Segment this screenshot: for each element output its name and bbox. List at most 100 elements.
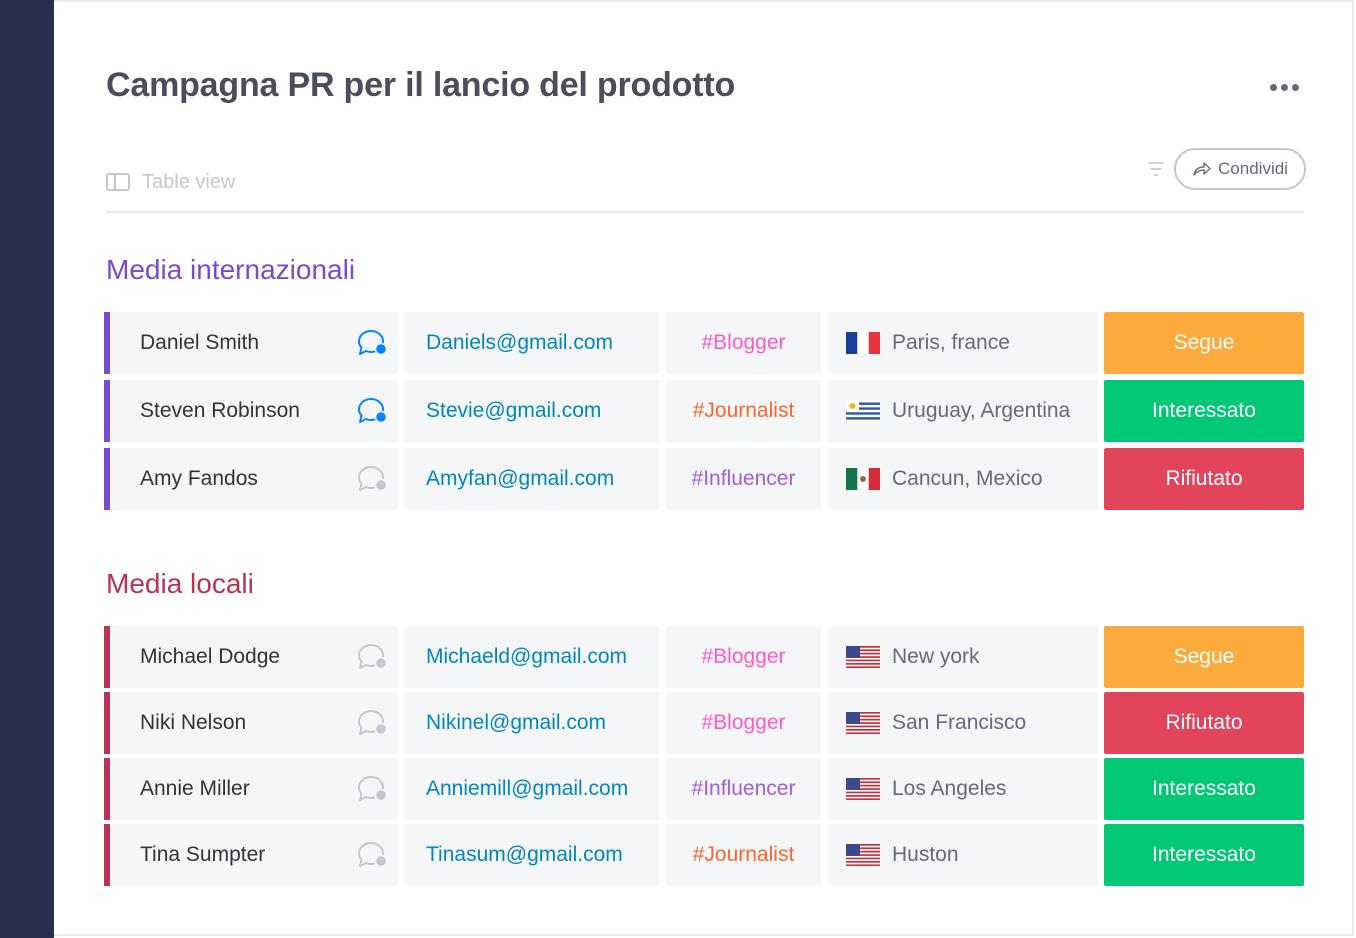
group-color-stripe <box>104 824 110 886</box>
contact-name: Tina Sumpter <box>140 843 266 866</box>
chat-bubble-icon[interactable] <box>356 708 388 738</box>
chat-bubble-icon[interactable] <box>356 396 388 426</box>
location-cell[interactable]: San Francisco <box>828 692 1098 754</box>
share-button[interactable]: Condividi <box>1174 148 1306 190</box>
chat-bubble-icon[interactable] <box>356 464 388 494</box>
chat-bubble-icon[interactable] <box>356 328 388 358</box>
us-flag-icon <box>846 712 880 734</box>
contact-name: Amy Fandos <box>140 467 258 490</box>
tag-label: #Influencer <box>691 777 796 800</box>
location-label: Cancun, Mexico <box>892 467 1043 490</box>
group-color-stripe <box>104 380 110 442</box>
status-label: Segue <box>1173 645 1235 668</box>
email-cell[interactable]: Tinasum@gmail.com <box>404 824 659 886</box>
board-title: Campagna PR per il lancio del prodotto <box>106 66 736 104</box>
email-link[interactable]: Anniemill@gmail.com <box>426 777 628 801</box>
status-cell[interactable]: Interessato <box>1104 758 1304 820</box>
name-cell[interactable]: Steven Robinson <box>104 380 398 442</box>
location-label: Paris, france <box>892 331 1010 354</box>
dot-icon <box>1292 84 1299 91</box>
status-cell[interactable]: Segue <box>1104 312 1304 374</box>
header-divider <box>106 211 1304 213</box>
email-cell[interactable]: Stevie@gmail.com <box>404 380 659 442</box>
location-cell[interactable]: Cancun, Mexico <box>828 448 1098 510</box>
email-link[interactable]: Amyfan@gmail.com <box>426 467 614 491</box>
filter-icon[interactable] <box>1146 160 1166 178</box>
location-label: Los Angeles <box>892 777 1007 800</box>
uy-flag-icon <box>846 400 880 422</box>
share-label: Condividi <box>1218 159 1288 178</box>
table-view-icon <box>106 173 130 191</box>
contact-name: Daniel Smith <box>140 331 260 354</box>
chat-bubble-icon[interactable] <box>356 642 388 672</box>
email-link[interactable]: Nikinel@gmail.com <box>426 711 606 735</box>
tag-cell[interactable]: #Influencer <box>666 758 821 820</box>
status-cell[interactable]: Rifiutato <box>1104 692 1304 754</box>
mx-flag-icon <box>846 468 880 490</box>
dot-icon <box>1270 84 1277 91</box>
contact-name: Niki Nelson <box>140 711 247 734</box>
email-link[interactable]: Michaeld@gmail.com <box>426 645 627 669</box>
name-cell[interactable]: Niki Nelson <box>104 692 398 754</box>
tag-cell[interactable]: #Blogger <box>666 312 821 374</box>
left-sidebar <box>0 0 54 938</box>
tag-label: #Blogger <box>701 331 786 354</box>
table-view-label: Table view <box>142 170 236 193</box>
status-cell[interactable]: Rifiutato <box>1104 448 1304 510</box>
email-link[interactable]: Daniels@gmail.com <box>426 331 613 355</box>
name-cell[interactable]: Annie Miller <box>104 758 398 820</box>
location-label: San Francisco <box>892 711 1027 734</box>
us-flag-icon <box>846 844 880 866</box>
location-cell[interactable]: Huston <box>828 824 1098 886</box>
location-cell[interactable]: Uruguay, Argentina <box>828 380 1098 442</box>
tag-cell[interactable]: #Influencer <box>666 448 821 510</box>
tag-label: #Influencer <box>691 467 796 490</box>
status-label: Interessato <box>1152 399 1256 422</box>
tag-label: #Blogger <box>701 711 786 734</box>
status-label: Segue <box>1173 331 1235 354</box>
contact-name: Annie Miller <box>140 777 250 800</box>
name-cell[interactable]: Amy Fandos <box>104 448 398 510</box>
name-cell[interactable]: Tina Sumpter <box>104 824 398 886</box>
name-cell[interactable]: Michael Dodge <box>104 626 398 688</box>
tag-cell[interactable]: #Blogger <box>666 692 821 754</box>
email-cell[interactable]: Michaeld@gmail.com <box>404 626 659 688</box>
status-label: Rifiutato <box>1165 467 1243 490</box>
email-cell[interactable]: Amyfan@gmail.com <box>404 448 659 510</box>
dot-icon <box>1281 84 1288 91</box>
share-icon <box>1193 162 1211 176</box>
more-options-button[interactable] <box>1270 84 1306 96</box>
location-cell[interactable]: Los Angeles <box>828 758 1098 820</box>
group-color-stripe <box>104 626 110 688</box>
status-cell[interactable]: Interessato <box>1104 380 1304 442</box>
chat-bubble-icon[interactable] <box>356 774 388 804</box>
location-cell[interactable]: New york <box>828 626 1098 688</box>
group-title[interactable]: Media locali <box>106 568 254 600</box>
status-cell[interactable]: Segue <box>1104 626 1304 688</box>
tag-cell[interactable]: #Journalist <box>666 824 821 886</box>
tag-cell[interactable]: #Journalist <box>666 380 821 442</box>
group-color-stripe <box>104 448 110 510</box>
name-cell[interactable]: Daniel Smith <box>104 312 398 374</box>
email-link[interactable]: Tinasum@gmail.com <box>426 843 623 867</box>
group-title[interactable]: Media internazionali <box>106 254 355 286</box>
location-cell[interactable]: Paris, france <box>828 312 1098 374</box>
email-link[interactable]: Stevie@gmail.com <box>426 399 601 423</box>
status-label: Rifiutato <box>1165 711 1243 734</box>
chat-bubble-icon[interactable] <box>356 840 388 870</box>
tag-label: #Blogger <box>701 645 786 668</box>
location-label: New york <box>892 645 980 668</box>
us-flag-icon <box>846 778 880 800</box>
status-label: Interessato <box>1152 777 1256 800</box>
table-view-tab[interactable]: Table view <box>106 170 235 194</box>
email-cell[interactable]: Anniemill@gmail.com <box>404 758 659 820</box>
status-cell[interactable]: Interessato <box>1104 824 1304 886</box>
tag-cell[interactable]: #Blogger <box>666 626 821 688</box>
email-cell[interactable]: Nikinel@gmail.com <box>404 692 659 754</box>
location-label: Huston <box>892 843 959 866</box>
status-label: Interessato <box>1152 843 1256 866</box>
email-cell[interactable]: Daniels@gmail.com <box>404 312 659 374</box>
contact-name: Michael Dodge <box>140 645 281 668</box>
fr-flag-icon <box>846 332 880 354</box>
location-label: Uruguay, Argentina <box>892 399 1071 422</box>
